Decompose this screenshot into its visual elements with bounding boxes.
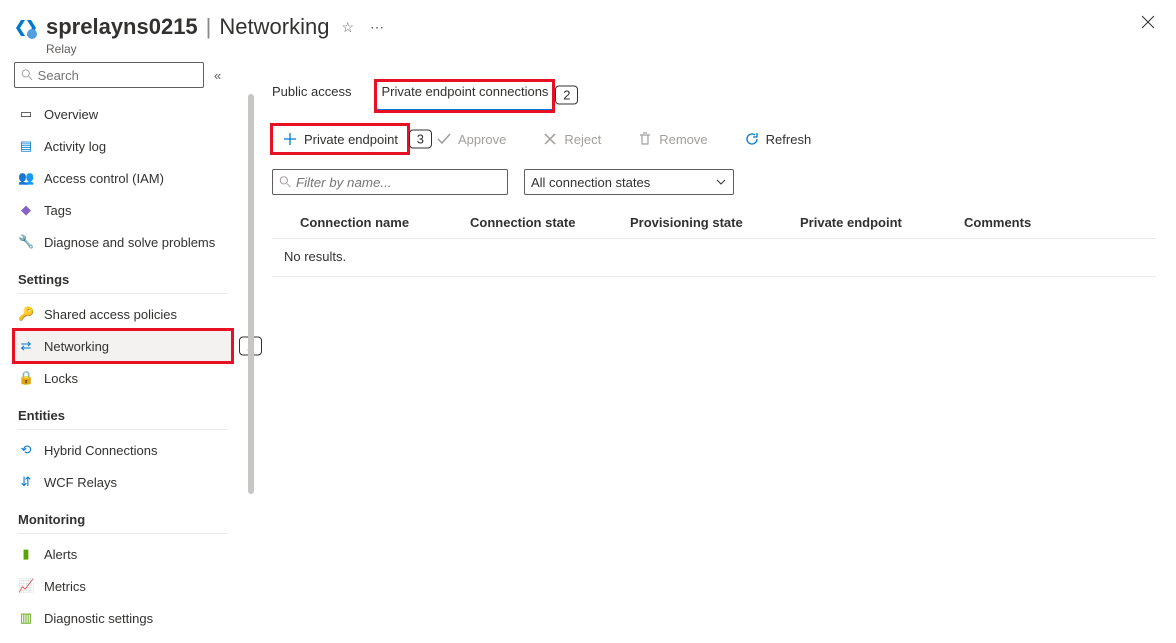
lock-icon: 🔒 — [18, 370, 34, 386]
col-connection-name: Connection name — [300, 215, 470, 230]
table-header: Connection name Connection state Provisi… — [272, 207, 1156, 239]
filter-by-name[interactable] — [272, 169, 508, 195]
sidebar-item-metrics[interactable]: 📈 Metrics — [14, 570, 232, 602]
add-private-endpoint-button[interactable]: Private endpoint 3 — [272, 125, 408, 153]
nav-label: Tags — [44, 203, 71, 218]
resource-type: Relay — [46, 42, 1156, 56]
search-input[interactable] — [38, 68, 197, 83]
search-icon — [279, 175, 292, 189]
sidebar-item-iam[interactable]: 👥 Access control (IAM) — [14, 162, 232, 194]
nav-label: Diagnose and solve problems — [44, 235, 215, 250]
no-results-row: No results. — [272, 239, 1156, 277]
nav-label: Access control (IAM) — [44, 171, 164, 186]
filter-row: All connection states — [272, 169, 1156, 195]
tabs: Public access Private endpoint connectio… — [272, 80, 1156, 111]
tab-private-endpoint[interactable]: Private endpoint connections 2 — [375, 80, 554, 112]
col-private-endpoint: Private endpoint — [800, 215, 964, 230]
btn-label: Private endpoint — [304, 132, 398, 147]
remove-button: Remove — [629, 127, 715, 151]
activity-log-icon: ▤ — [18, 138, 34, 154]
sidebar-item-wcf[interactable]: ⇵ WCF Relays — [14, 466, 232, 498]
diagnostic-icon: ▥ — [18, 610, 34, 626]
tag-icon: ◆ — [18, 202, 34, 218]
approve-button: Approve — [428, 127, 514, 151]
nav-label: Locks — [44, 371, 78, 386]
collapse-sidebar-icon[interactable]: « — [214, 68, 221, 83]
sidebar-search[interactable] — [14, 62, 204, 88]
sidebar-group-settings: Settings — [18, 272, 228, 294]
btn-label: Reject — [564, 132, 601, 147]
relay-resource-icon — [14, 16, 38, 40]
col-provisioning-state: Provisioning state — [630, 215, 800, 230]
nav-label: Networking — [44, 339, 109, 354]
reject-button: Reject — [534, 127, 609, 151]
dropdown-label: All connection states — [531, 175, 650, 190]
search-icon — [21, 68, 34, 82]
col-comments: Comments — [964, 215, 1156, 230]
hybrid-icon: ⟲ — [18, 442, 34, 458]
resource-name: sprelayns0215 — [46, 14, 198, 40]
nav-label: Alerts — [44, 547, 77, 562]
sidebar-item-shared-access[interactable]: 🔑 Shared access policies — [14, 298, 232, 330]
nav-label: WCF Relays — [44, 475, 117, 490]
sidebar-item-locks[interactable]: 🔒 Locks — [14, 362, 232, 394]
title-separator: | — [206, 14, 212, 40]
sidebar: « ▭ Overview ▤ Activity log 👥 Access contro… — [0, 62, 236, 643]
nav-label: Overview — [44, 107, 98, 122]
sidebar-item-hybrid[interactable]: ⟲ Hybrid Connections — [14, 434, 232, 466]
alerts-icon: ▮ — [18, 546, 34, 562]
sidebar-group-entities: Entities — [18, 408, 228, 430]
btn-label: Refresh — [766, 132, 812, 147]
people-icon: 👥 — [18, 170, 34, 186]
col-connection-state: Connection state — [470, 215, 630, 230]
sidebar-item-diagnostic[interactable]: ▥ Diagnostic settings — [14, 602, 232, 634]
page-title: Networking — [219, 14, 329, 40]
nav-label: Metrics — [44, 579, 86, 594]
nav-label: Diagnostic settings — [44, 611, 153, 626]
sidebar-group-monitoring: Monitoring — [18, 512, 228, 534]
overview-icon: ▭ — [18, 106, 34, 122]
chevron-down-icon — [715, 176, 727, 188]
sidebar-item-tags[interactable]: ◆ Tags — [14, 194, 232, 226]
more-menu-icon[interactable]: ⋯ — [366, 15, 388, 40]
favorite-star-icon[interactable]: ☆ — [337, 15, 358, 40]
wrench-icon: 🔧 — [18, 234, 34, 250]
tab-label: Private endpoint connections — [381, 84, 548, 99]
btn-label: Approve — [458, 132, 506, 147]
sidebar-item-networking[interactable]: ⇄ Networking 1 — [14, 330, 232, 362]
wcf-icon: ⇵ — [18, 474, 34, 490]
connection-state-dropdown[interactable]: All connection states — [524, 169, 734, 195]
sidebar-item-alerts[interactable]: ▮ Alerts — [14, 538, 232, 570]
btn-label: Remove — [659, 132, 707, 147]
nav-label: Shared access policies — [44, 307, 177, 322]
refresh-icon — [744, 131, 760, 147]
trash-icon — [637, 131, 653, 147]
callout-2: 2 — [555, 85, 578, 104]
filter-name-input[interactable] — [296, 175, 501, 190]
plus-icon — [282, 131, 298, 147]
nav-label: Hybrid Connections — [44, 443, 157, 458]
refresh-button[interactable]: Refresh — [736, 127, 820, 151]
nav-label: Activity log — [44, 139, 106, 154]
toolbar: Private endpoint 3 Approve Reject Remove… — [272, 125, 1156, 153]
x-icon — [542, 131, 558, 147]
close-icon[interactable] — [1140, 14, 1156, 30]
key-icon: 🔑 — [18, 306, 34, 322]
check-icon — [436, 131, 452, 147]
page-header: sprelayns0215 | Networking ☆ ⋯ Relay — [0, 0, 1176, 62]
network-icon: ⇄ — [18, 338, 34, 354]
sidebar-item-diagnose[interactable]: 🔧 Diagnose and solve problems — [14, 226, 232, 258]
main-content: Public access Private endpoint connectio… — [236, 62, 1176, 643]
callout-3: 3 — [409, 130, 432, 149]
metrics-icon: 📈 — [18, 578, 34, 594]
sidebar-item-activity-log[interactable]: ▤ Activity log — [14, 130, 232, 162]
sidebar-item-overview[interactable]: ▭ Overview — [14, 98, 232, 130]
tab-public-access[interactable]: Public access — [272, 80, 351, 111]
